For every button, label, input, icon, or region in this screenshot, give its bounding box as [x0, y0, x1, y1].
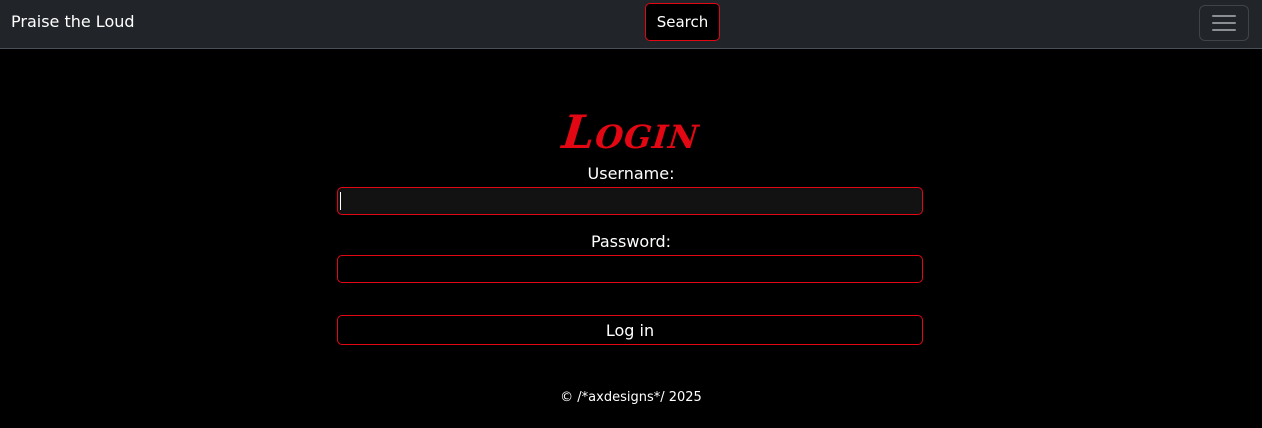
- text-cursor: [340, 192, 341, 210]
- footer-copyright: © /*axdesigns*/ 2025: [560, 390, 702, 405]
- password-input[interactable]: [337, 255, 923, 283]
- navbar: Praise the Loud Search: [0, 0, 1262, 49]
- password-label: Password:: [590, 232, 672, 251]
- login-button[interactable]: Log in: [337, 315, 923, 345]
- username-label: Username:: [587, 164, 675, 183]
- hamburger-menu-icon: [1212, 15, 1236, 31]
- search-button[interactable]: Search: [645, 3, 720, 41]
- brand-link[interactable]: Praise the Loud: [11, 12, 135, 31]
- page-title: Login: [559, 105, 703, 159]
- username-input[interactable]: [337, 187, 923, 215]
- navbar-toggler-button[interactable]: [1199, 5, 1249, 41]
